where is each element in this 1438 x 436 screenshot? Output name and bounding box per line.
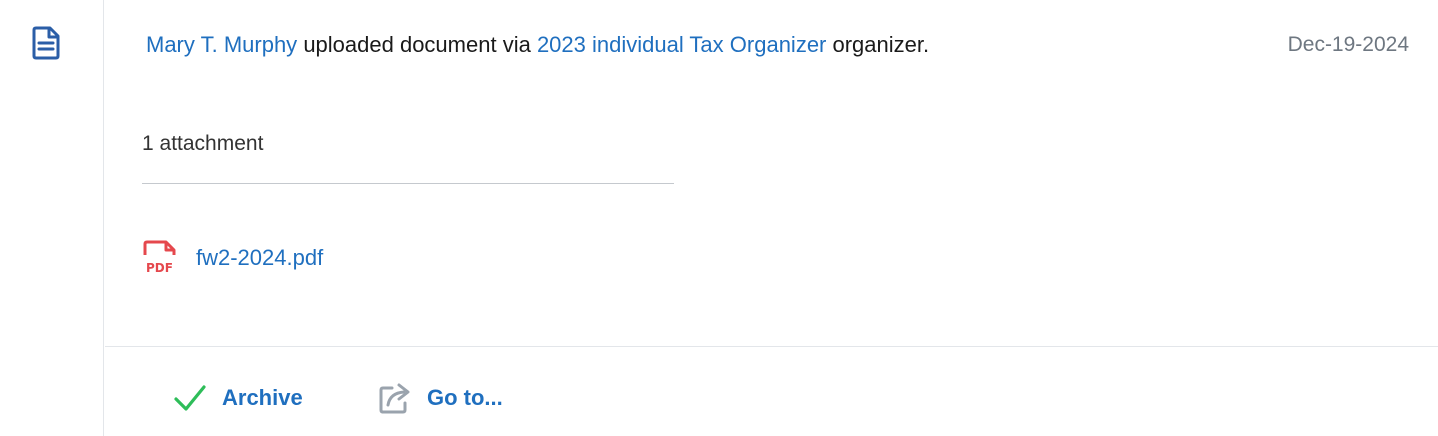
activity-actions: Archive Go to...: [105, 346, 1438, 436]
archive-button[interactable]: Archive: [173, 381, 303, 415]
document-icon: [32, 26, 60, 60]
goto-label: Go to...: [427, 385, 503, 410]
activity-card: Mary T. Murphy uploaded document via 202…: [0, 0, 1438, 436]
activity-date: Dec-19-2024: [1287, 33, 1409, 56]
actor-link[interactable]: Mary T. Murphy: [146, 32, 297, 57]
activity-headline: Mary T. Murphy uploaded document via 202…: [146, 31, 929, 59]
attachment-count: 1 attachment: [142, 132, 264, 155]
activity-gutter: [0, 0, 104, 436]
pdf-icon: PDF: [143, 240, 176, 275]
archive-label: Archive: [222, 385, 303, 410]
attachment-divider: [142, 183, 674, 184]
attachment-item[interactable]: PDF fw2-2024.pdf: [142, 240, 323, 276]
checkmark-icon: [174, 385, 206, 411]
goto-button[interactable]: Go to...: [378, 381, 503, 415]
external-link-icon: [379, 383, 410, 414]
activity-suffix-text: organizer.: [832, 32, 930, 57]
attachment-file-link[interactable]: fw2-2024.pdf: [196, 244, 323, 272]
organizer-link[interactable]: 2023 individual Tax Organizer: [537, 32, 826, 57]
svg-text:PDF: PDF: [146, 261, 173, 275]
activity-verb-text: uploaded document via: [303, 32, 531, 57]
activity-content: Mary T. Murphy uploaded document via 202…: [105, 0, 1438, 346]
